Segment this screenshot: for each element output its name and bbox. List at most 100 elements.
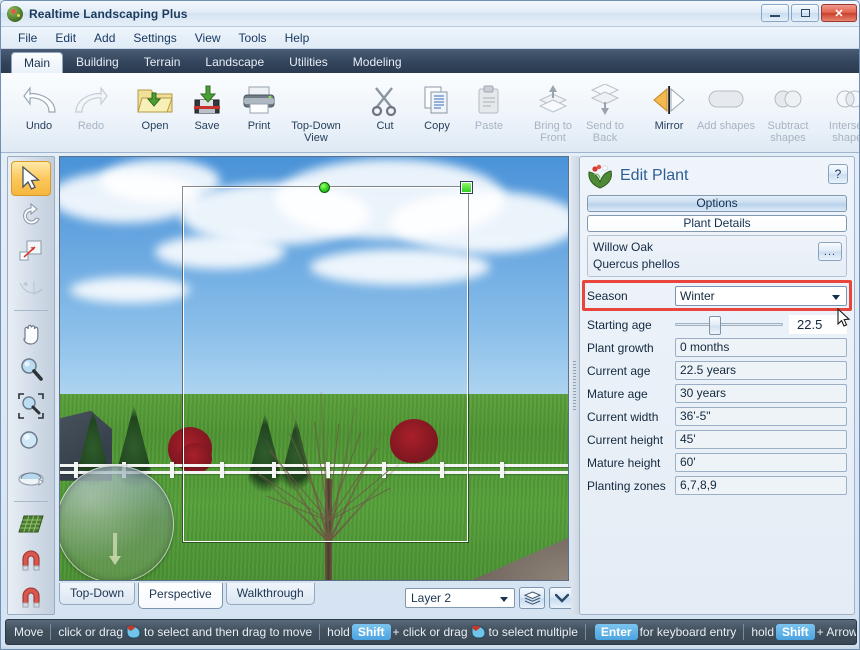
paste-button[interactable]: Paste — [463, 77, 515, 149]
layer-select[interactable]: Layer 2 — [405, 588, 515, 608]
menu-bar: File Edit Add Settings View Tools Help — [1, 27, 859, 49]
mouse-left-click-icon — [125, 625, 142, 639]
starting-age-slider[interactable] — [675, 316, 789, 335]
tab-landscape[interactable]: Landscape — [193, 52, 276, 73]
menu-item-add[interactable]: Add — [85, 29, 124, 47]
tab-terrain[interactable]: Terrain — [132, 52, 193, 73]
plant-details-button[interactable]: Plant Details — [587, 215, 847, 232]
resize-tool[interactable] — [11, 234, 51, 268]
ribbon-toolbar: Undo Redo Open Save Print Top-Down View … — [1, 73, 859, 153]
magnet-snap-tool[interactable] — [11, 543, 51, 577]
redo-button[interactable]: Redo — [65, 77, 117, 149]
tab-building[interactable]: Building — [64, 52, 131, 73]
menu-item-view[interactable]: View — [186, 29, 230, 47]
fence-post — [170, 462, 174, 478]
3d-viewport[interactable] — [59, 156, 569, 581]
menu-item-edit[interactable]: Edit — [46, 29, 85, 47]
redo-arrow-icon — [73, 81, 109, 119]
tab-modeling[interactable]: Modeling — [341, 52, 414, 73]
current-height-value[interactable]: 45' — [675, 430, 847, 449]
undo-arrow-icon — [21, 81, 57, 119]
minimize-icon — [770, 15, 780, 17]
resize-handle-square[interactable] — [461, 182, 472, 193]
browse-plants-button[interactable]: ... — [818, 242, 842, 261]
view-tab-walkthrough[interactable]: Walkthrough — [225, 583, 315, 605]
current-width-value[interactable]: 36'-5" — [675, 407, 847, 426]
clipboard-paste-icon — [472, 81, 506, 119]
current-age-value[interactable]: 22.5 years — [675, 361, 847, 380]
grid-snap-tool[interactable] — [11, 507, 51, 541]
send-to-back-label: Send to Back — [586, 120, 624, 144]
season-highlight-box: Season Winter — [582, 280, 852, 311]
print-button[interactable]: Print — [233, 77, 285, 149]
magnet-angle-tool[interactable] — [11, 580, 51, 614]
current-width-label: Current width — [587, 409, 659, 424]
zoom-tool[interactable] — [11, 352, 51, 386]
maximize-icon — [800, 9, 810, 17]
rotate-handle-round[interactable] — [319, 182, 330, 193]
menu-item-help[interactable]: Help — [276, 29, 319, 47]
minimize-button[interactable] — [761, 4, 789, 22]
menu-item-file[interactable]: File — [9, 29, 46, 47]
open-label: Open — [141, 120, 169, 132]
status-key-enter: Enter — [594, 624, 638, 640]
view-tab-top-down[interactable]: Top-Down — [59, 583, 136, 605]
slider-thumb[interactable] — [708, 316, 721, 335]
panel-body: Options Plant Details Willow Oak Quercus… — [580, 195, 854, 497]
paste-label: Paste — [474, 120, 504, 132]
open-folder-icon — [136, 81, 174, 119]
field-row-current-width: Current width 36'-5" — [587, 405, 847, 428]
mirror-label: Mirror — [654, 120, 684, 132]
fence-post — [500, 462, 504, 478]
intersect-shapes-button[interactable]: Intersect shapes — [819, 77, 859, 149]
options-button[interactable]: Options — [587, 195, 847, 212]
pan-hand-tool[interactable] — [11, 316, 51, 350]
left-tool-palette — [7, 156, 55, 615]
plant-growth-value[interactable]: 0 months — [675, 338, 847, 357]
mirror-button[interactable]: Mirror — [643, 77, 695, 149]
splitter-grip-icon — [573, 361, 576, 411]
menu-item-tools[interactable]: Tools — [230, 29, 276, 47]
palette-divider — [14, 500, 48, 502]
help-button[interactable]: ? — [828, 164, 848, 184]
rotate-tool[interactable] — [11, 198, 51, 232]
status-divider — [319, 624, 321, 640]
save-button[interactable]: Save — [181, 77, 233, 149]
undo-button[interactable]: Undo — [13, 77, 65, 149]
close-button[interactable]: ✕ — [821, 4, 857, 22]
zoom-window-tool[interactable] — [11, 389, 51, 423]
plant-details-row: Plant Details — [587, 215, 847, 232]
copy-button[interactable]: Copy — [411, 77, 463, 149]
cut-label: Cut — [376, 120, 394, 132]
tab-utilities[interactable]: Utilities — [277, 52, 340, 73]
status-hint-4-post: + Arrow key to nudge — [816, 625, 857, 639]
view-tab-perspective[interactable]: Perspective — [138, 583, 223, 609]
curve-edit-tool[interactable] — [11, 270, 51, 304]
status-key-shift-2: Shift — [776, 624, 815, 640]
send-to-back-button[interactable]: Send to Back — [579, 77, 631, 149]
mature-height-value[interactable]: 60' — [675, 453, 847, 472]
season-value: Winter — [680, 288, 715, 303]
maximize-button[interactable] — [791, 4, 819, 22]
select-arrow-tool[interactable] — [11, 161, 51, 196]
top-down-view-button[interactable]: Top-Down View — [285, 77, 347, 149]
open-button[interactable]: Open — [129, 77, 181, 149]
orbit-tool[interactable] — [11, 461, 51, 495]
zoom-extents-tool[interactable] — [11, 425, 51, 459]
subtract-shapes-button[interactable]: Subtract shapes — [757, 77, 819, 149]
ribbon-tab-strip: Main Building Terrain Landscape Utilitie… — [1, 49, 859, 73]
mature-age-value[interactable]: 30 years — [675, 384, 847, 403]
planting-zones-label: Planting zones — [587, 478, 666, 493]
cut-button[interactable]: Cut — [359, 77, 411, 149]
tab-main[interactable]: Main — [11, 52, 64, 73]
menu-item-settings[interactable]: Settings — [124, 29, 185, 47]
slider-track[interactable] — [675, 316, 783, 335]
chevron-down-icon — [555, 593, 569, 603]
add-shapes-button[interactable]: Add shapes — [695, 77, 757, 149]
planting-zones-value[interactable]: 6,7,8,9 — [675, 476, 847, 495]
season-select[interactable]: Winter — [675, 285, 847, 306]
bring-to-front-button[interactable]: Bring to Front — [527, 77, 579, 149]
toolbar-group-clipboard: Cut Copy Paste — [359, 77, 515, 149]
panel-splitter[interactable] — [571, 156, 579, 615]
layers-manager-button[interactable] — [519, 587, 545, 609]
